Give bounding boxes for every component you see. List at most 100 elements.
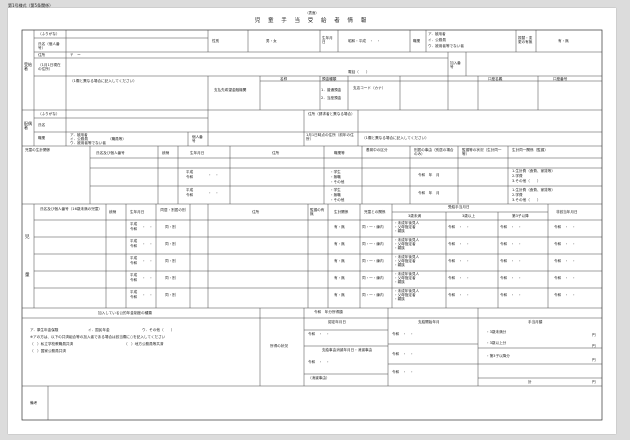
child-row-over3[interactable]: 令和 ・ ・ [500,242,522,246]
child-row-custody[interactable]: 有・無 [334,225,345,229]
child-row-ineligible[interactable]: 令和 ・ ・ [554,225,576,229]
phone-field[interactable]: 電話（ ） [348,70,370,74]
child-row-rel-3[interactable]: ・親族 [394,297,405,301]
child-row-custody[interactable]: 有・無 [334,276,345,280]
pension-item-2[interactable]: （ ）地方公務員等共済 [124,342,164,346]
child-row-era-2[interactable]: 令和 [130,227,137,231]
child-row-rel-3[interactable]: ・親族 [394,263,405,267]
child-row-over3[interactable]: 令和 ・ ・ [500,293,522,297]
child-row-under3[interactable]: 令和 ・ ・ [448,242,470,246]
child-livelihood-header: 生計関係 [334,210,349,214]
child-row-custody[interactable]: 有・無 [334,259,345,263]
child-row-date[interactable]: ・ ・ [142,225,153,229]
home-row2-reason-3[interactable]: 3.その他（ ） [512,198,541,202]
child-row-date[interactable]: ・ ・ [142,276,153,280]
job-opt-3[interactable]: ウ．被用者等でない者 [428,44,464,48]
dob-value[interactable]: 昭和・平成 ・ ・ [348,39,380,43]
child-row-custody[interactable]: 有・無 [334,242,345,246]
child-row-date[interactable]: ・ ・ [142,259,153,263]
child-row-relation[interactable]: 同・一・練内 [362,276,384,280]
home-row1-era-2[interactable]: 令和 [186,175,193,179]
child-row-under3[interactable]: 令和 ・ ・ [448,225,470,229]
home-row1-era-1[interactable]: 平成 [186,170,193,174]
child-row-cohab[interactable]: 同・別 [165,259,176,263]
home-row2-job-2[interactable]: ・無職 [330,193,341,197]
child-row-relation[interactable]: 同・一・練内 [362,293,384,297]
pension-item-3[interactable]: （ ）国家公務員共済 [30,349,66,353]
home-row1-date[interactable]: ・ ・ [208,173,219,177]
spouse-job-opt-4[interactable]: ウ．被用者等でない者 [70,141,106,145]
child-row-ineligible[interactable]: 令和 ・ ・ [554,242,576,246]
child-row-cohab[interactable]: 同・別 [165,293,176,297]
home-row2-reason-2[interactable]: 2.学費 [512,193,523,197]
child-row-date[interactable]: ・ ・ [142,293,153,297]
spouse-previous-label: 1月1日時点の住所（前年の住所） [306,133,354,141]
child-row-ineligible[interactable]: 令和 ・ ・ [554,276,576,280]
home-dob-header: 生年月日 [190,151,205,155]
home-row2-date[interactable]: ・ ・ [208,191,219,195]
pension-item-1[interactable]: （ ）私立学校教職員共済 [30,342,73,346]
home-row2-job-3[interactable]: ・その他 [330,198,344,202]
deposit-type-2[interactable]: 2．当座預金 [321,96,341,100]
child-row-era-2[interactable]: 令和 [130,244,137,248]
child-row-over3[interactable]: 令和 ・ ・ [500,225,522,229]
pension-opt-1[interactable]: ア．厚生年金保険 [30,328,58,332]
child-row-relation[interactable]: 同・一・練内 [362,225,384,229]
home-row2-job-1[interactable]: ・学生 [330,188,341,192]
home-job-header: 職業等 [334,151,345,155]
child-row-ineligible[interactable]: 令和 ・ ・ [554,293,576,297]
child-row-rel-3[interactable]: ・親族 [394,246,405,250]
home-row1-reason-2[interactable]: 2.学費 [512,174,523,178]
cert-date-value[interactable]: 令和 ・ ・ [308,332,330,336]
child-row-under3[interactable]: 令和 ・ ・ [448,259,470,263]
child-row-under3[interactable]: 令和 ・ ・ [448,293,470,297]
home-row1-job-2[interactable]: ・無職 [330,175,341,179]
home-livelihood-header: 生計同一関係（監護） [512,148,548,152]
start-month-1[interactable]: 令和 ・ ・ [392,332,414,336]
child-row-era-2[interactable]: 令和 [130,295,137,299]
home-row1-reason-3[interactable]: 3.その他（ ） [512,179,541,183]
pension-opt-3[interactable]: ウ．その他（ ） [142,328,174,332]
child-row-rel-3[interactable]: ・親族 [394,229,405,233]
home-row1-job-3[interactable]: ・その他 [330,180,344,184]
child-row-date[interactable]: ・ ・ [142,242,153,246]
child-row-ineligible[interactable]: 令和 ・ ・ [554,259,576,263]
child-row-era-1[interactable]: 平成 [130,290,137,294]
child-row-cohab[interactable]: 同・別 [165,276,176,280]
child-row-under3[interactable]: 令和 ・ ・ [448,276,470,280]
child-row-era-1[interactable]: 平成 [130,256,137,260]
extinction-reason[interactable]: （消滅事由） [308,376,330,380]
child-row-rel-3[interactable]: ・親族 [394,280,405,284]
child-row-era-1[interactable]: 平成 [130,273,137,277]
deposit-type-1[interactable]: 1．普通預金 [321,88,341,92]
postal-field[interactable]: 〒 ー [70,53,81,57]
home-row2-year[interactable]: 令和 年 月 [418,191,440,195]
start-month-3[interactable]: 令和 ・ ・ [392,370,414,374]
job-opt-2[interactable]: イ．公務員 [428,38,446,42]
home-row1-year[interactable]: 令和 年 月 [418,173,440,177]
child-row-era-1[interactable]: 平成 [130,222,137,226]
child-sub-under3: 3歳未満 [408,214,422,218]
sex-value[interactable]: 男・女 [266,39,277,43]
child-row-over3[interactable]: 令和 ・ ・ [500,259,522,263]
child-row-cohab[interactable]: 同・別 [165,225,176,229]
pension-opt-2[interactable]: イ．国民年金 [88,328,110,332]
child-row-era-2[interactable]: 令和 [130,261,137,265]
extinction-date[interactable]: 令和 ・ ・ [308,360,330,364]
child-row-cohab[interactable]: 同・別 [165,242,176,246]
child-row-over3[interactable]: 令和 ・ ・ [500,276,522,280]
home-row1-job-1[interactable]: ・学生 [330,170,341,174]
child-row-relation[interactable]: 同・一・練内 [362,259,384,263]
address-label: 住所 [38,53,46,57]
child-row-relation[interactable]: 同・一・練内 [362,242,384,246]
home-row2-era-2[interactable]: 令和 [186,193,193,197]
child-row-era-2[interactable]: 令和 [130,278,137,282]
home-row2-era-1[interactable]: 平成 [186,188,193,192]
child-row-era-1[interactable]: 平成 [130,239,137,243]
start-month-2[interactable]: 令和 ・ ・ [392,352,414,356]
allowance-value[interactable]: 有・無 [558,39,569,43]
home-row2-reason-1[interactable]: 1.生計費（食費、家賃等） [512,188,555,192]
home-row1-reason-1[interactable]: 1.生計費（食費、家賃等） [512,169,555,173]
child-row-custody[interactable]: 有・無 [334,293,345,297]
job-opt-1[interactable]: ア．被用者 [428,32,446,36]
